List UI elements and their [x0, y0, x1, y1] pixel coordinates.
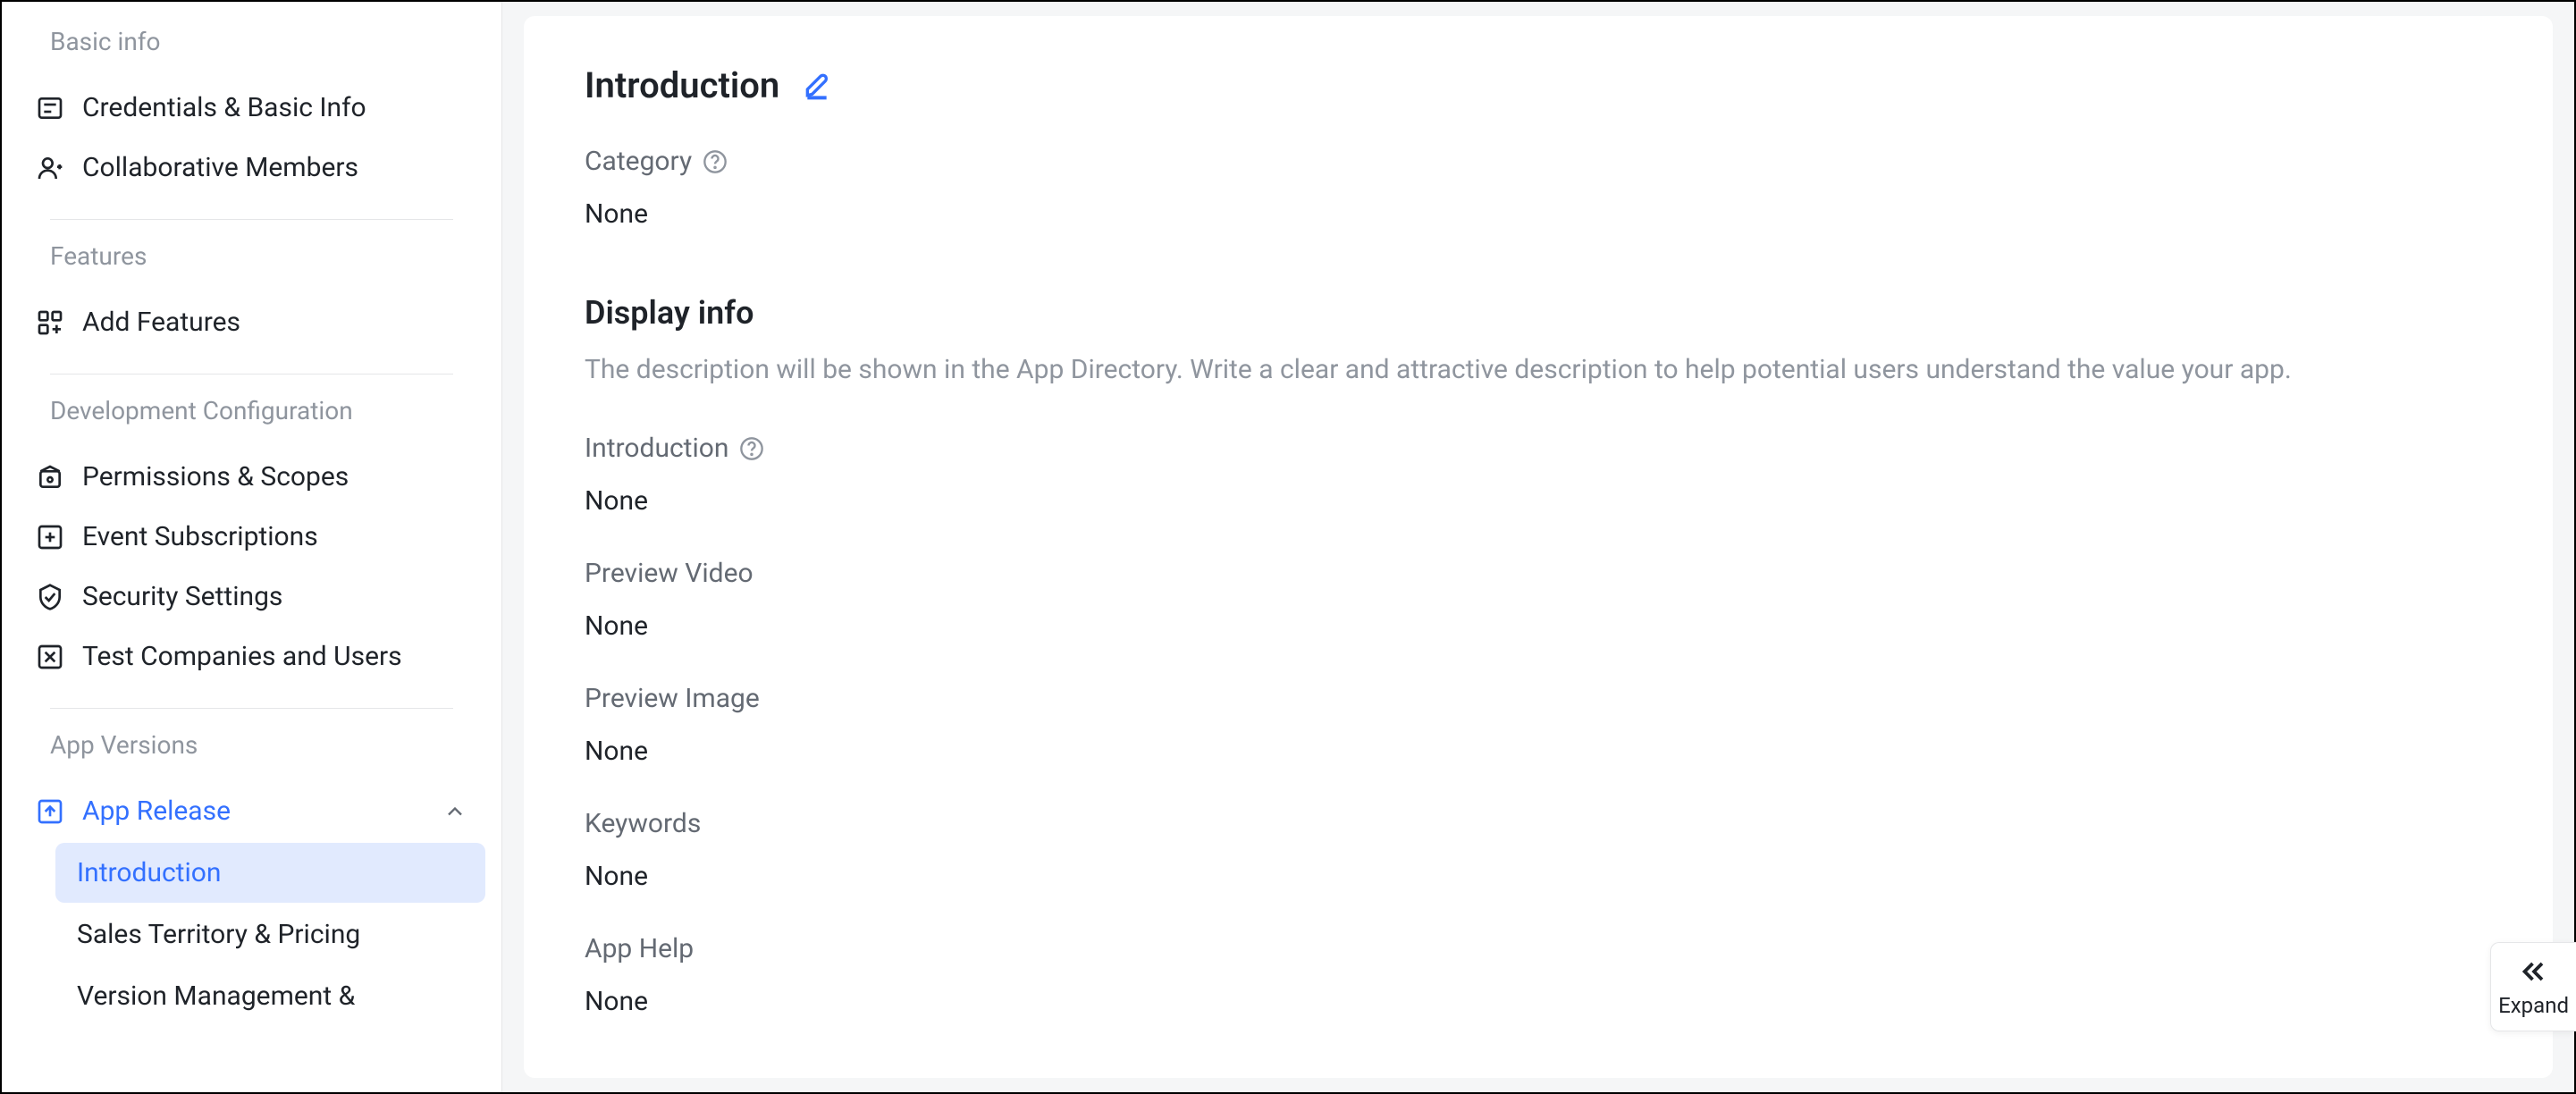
members-icon [36, 154, 64, 182]
sidebar-item-label: Credentials & Basic Info [82, 92, 366, 123]
sidebar-item-label: Event Subscriptions [82, 521, 318, 552]
expand-button-label: Expand [2498, 993, 2569, 1018]
section-label-basic-info: Basic info [50, 27, 485, 56]
field-label-category: Category [585, 146, 2492, 177]
divider [50, 219, 453, 220]
field-label-introduction: Introduction [585, 433, 2492, 464]
sidebar-item-security-settings[interactable]: Security Settings [18, 567, 485, 627]
sidebar-item-permissions[interactable]: Permissions & Scopes [18, 447, 485, 507]
sidebar-item-label: Add Features [82, 307, 240, 338]
field-value-preview-video: None [585, 610, 2492, 642]
sidebar-item-test-companies[interactable]: Test Companies and Users [18, 627, 485, 686]
help-icon[interactable] [739, 436, 764, 461]
field-app-help: App Help None [585, 933, 2492, 1017]
upload-icon [36, 797, 64, 826]
sidebar-item-credentials[interactable]: Credentials & Basic Info [18, 78, 485, 138]
field-label-preview-image: Preview Image [585, 683, 2492, 714]
shield-icon [36, 583, 64, 611]
field-value-introduction: None [585, 485, 2492, 517]
credentials-icon [36, 94, 64, 122]
field-introduction: Introduction None [585, 433, 2492, 517]
sidebar-item-label: Permissions & Scopes [82, 461, 349, 492]
section-title-introduction: Introduction [585, 64, 779, 106]
sidebar-item-app-release[interactable]: App Release [18, 781, 485, 841]
sub-nav-item-introduction[interactable]: Introduction [55, 843, 485, 903]
field-value-preview-image: None [585, 736, 2492, 767]
sub-nav-app-release: Introduction Sales Territory & Pricing V… [55, 843, 485, 1026]
field-label-app-help: App Help [585, 933, 2492, 964]
sidebar-item-event-subscriptions[interactable]: Event Subscriptions [18, 507, 485, 567]
field-preview-video: Preview Video None [585, 558, 2492, 642]
sub-nav-item-sales-territory[interactable]: Sales Territory & Pricing [55, 905, 485, 964]
divider [50, 708, 453, 709]
field-label-preview-video: Preview Video [585, 558, 2492, 589]
section-header-introduction: Introduction [585, 64, 2492, 106]
sidebar-item-label: Security Settings [82, 581, 282, 612]
field-value-app-help: None [585, 986, 2492, 1017]
edit-button[interactable] [801, 70, 833, 102]
double-chevron-left-icon [2518, 955, 2550, 988]
help-icon[interactable] [703, 149, 728, 174]
field-label-keywords: Keywords [585, 808, 2492, 839]
field-value-keywords: None [585, 861, 2492, 892]
main-content: Introduction Category None Display info … [502, 2, 2574, 1092]
section-title-display-info: Display info [585, 294, 2492, 332]
field-keywords: Keywords None [585, 808, 2492, 892]
add-features-icon [36, 308, 64, 337]
section-desc-display-info: The description will be shown in the App… [585, 349, 2492, 390]
sub-nav-item-version-management[interactable]: Version Management & [55, 966, 485, 1026]
field-preview-image: Preview Image None [585, 683, 2492, 767]
permissions-icon [36, 463, 64, 492]
chevron-up-icon [442, 799, 467, 824]
sidebar: Basic info Credentials & Basic Info Coll… [2, 2, 502, 1092]
sidebar-item-label: Collaborative Members [82, 152, 358, 183]
sidebar-item-add-features[interactable]: Add Features [18, 292, 485, 352]
test-companies-icon [36, 643, 64, 671]
pencil-icon [803, 72, 831, 100]
subscriptions-icon [36, 523, 64, 551]
section-label-app-versions: App Versions [50, 730, 485, 760]
sidebar-item-collaborative-members[interactable]: Collaborative Members [18, 138, 485, 198]
field-value-category: None [585, 198, 2492, 230]
sidebar-item-label: Test Companies and Users [82, 641, 402, 672]
sidebar-item-label: App Release [82, 795, 231, 827]
section-label-features: Features [50, 241, 485, 271]
section-label-dev-config: Development Configuration [50, 396, 485, 425]
field-category: Category None [585, 146, 2492, 230]
expand-button[interactable]: Expand [2490, 942, 2576, 1031]
content-card: Introduction Category None Display info … [524, 16, 2553, 1078]
